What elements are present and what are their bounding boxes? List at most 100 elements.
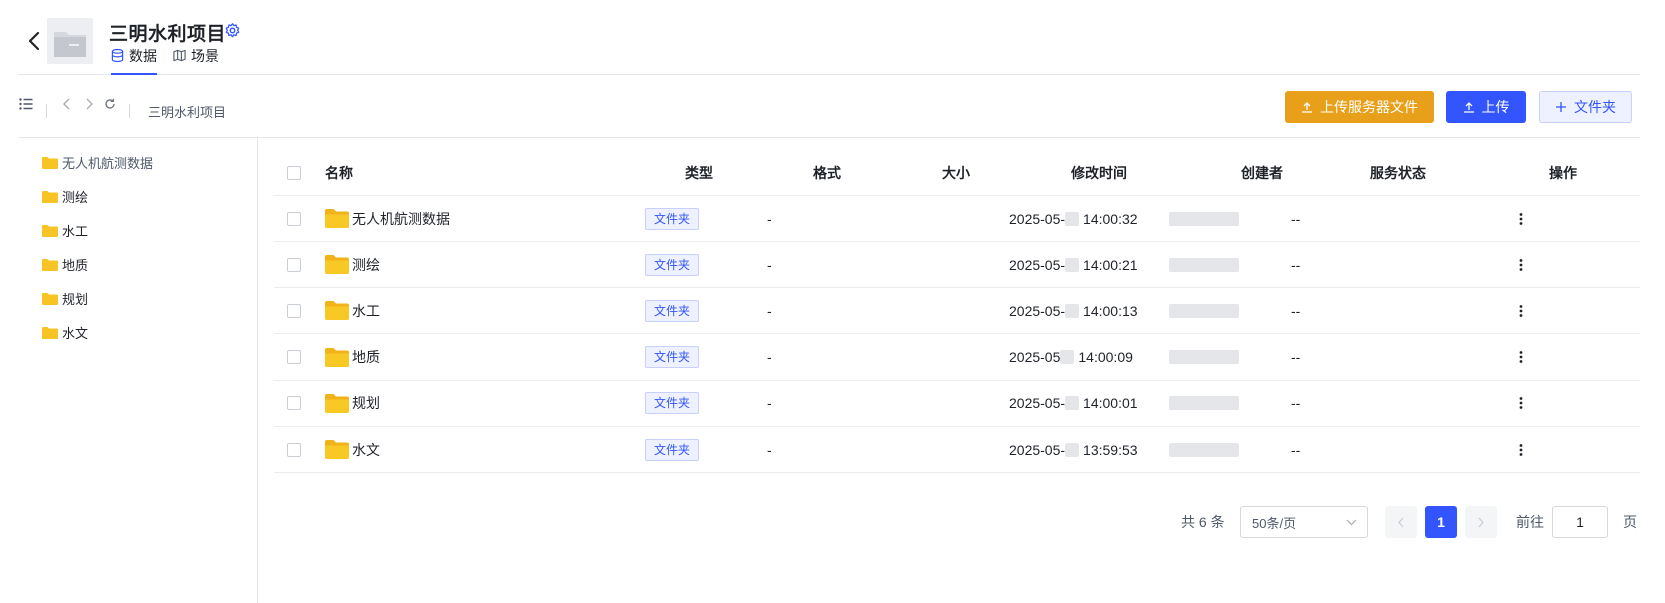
gear-icon[interactable] <box>224 22 241 39</box>
row-checkbox[interactable] <box>287 350 301 365</box>
toolbar-divider <box>129 104 130 118</box>
format-cell: - <box>767 349 772 366</box>
more-vertical-icon[interactable] <box>1514 350 1528 364</box>
table-row[interactable]: 地质 文件夹 - 2025-05 14:00:09 -- <box>274 335 1640 381</box>
sidebar-item-geology[interactable]: 地质 <box>42 254 88 274</box>
column-header-type[interactable]: 类型 <box>685 151 713 195</box>
more-vertical-icon[interactable] <box>1514 443 1528 457</box>
tab-data-label: 数据 <box>129 48 157 64</box>
row-checkbox[interactable] <box>287 396 301 411</box>
creator-cell <box>1169 288 1239 333</box>
row-checkbox[interactable] <box>287 303 301 318</box>
new-folder-button[interactable]: 文件夹 <box>1539 91 1632 123</box>
modified-date: 2025-05- <box>1009 395 1066 412</box>
column-header-status[interactable]: 服务状态 <box>1370 151 1426 195</box>
select-all-checkbox[interactable] <box>287 166 301 180</box>
creator-cell <box>1169 427 1239 472</box>
next-page-button[interactable] <box>1465 506 1497 538</box>
database-icon <box>111 49 124 62</box>
refresh-icon[interactable] <box>104 98 116 110</box>
modified-date: 2025-05- <box>1009 441 1066 458</box>
table-header: 名称 类型 格式 大小 修改时间 创建者 服务状态 操作 <box>274 151 1640 196</box>
new-folder-label: 文件夹 <box>1574 99 1616 115</box>
modified-cell: 2025-05- 13:59:53 <box>1009 427 1138 472</box>
name-cell[interactable]: 规划 <box>325 381 380 426</box>
row-actions[interactable] <box>1514 427 1528 472</box>
table-row[interactable]: 水工 文件夹 - 2025-05- 14:00:13 -- <box>274 288 1640 335</box>
table-row[interactable]: 测绘 文件夹 - 2025-05- 14:00:21 -- <box>274 242 1640 289</box>
sidebar-item-hydraulic[interactable]: 水工 <box>42 220 88 240</box>
modified-cell: 2025-05- 14:00:13 <box>1009 288 1138 333</box>
folder-icon <box>42 326 58 339</box>
format-cell: - <box>767 441 772 458</box>
folder-icon <box>325 393 349 413</box>
sidebar-item-label: 水文 <box>62 325 89 341</box>
column-header-format[interactable]: 格式 <box>813 151 841 195</box>
chevron-right-icon[interactable] <box>84 98 94 110</box>
folder-icon <box>42 224 58 237</box>
name-cell[interactable]: 水工 <box>325 288 380 333</box>
modified-time: 14:00:01 <box>1083 395 1138 412</box>
folder-icon <box>42 156 58 169</box>
more-vertical-icon[interactable] <box>1514 304 1528 318</box>
plus-icon <box>1556 102 1566 112</box>
redacted-block <box>1065 396 1080 411</box>
row-checkbox[interactable] <box>287 442 301 457</box>
column-header-creator[interactable]: 创建者 <box>1241 151 1283 195</box>
toolbar-divider <box>46 104 47 118</box>
modified-cell: 2025-05 14:00:09 <box>1009 335 1133 380</box>
status-cell: -- <box>1291 302 1301 319</box>
name-cell[interactable]: 测绘 <box>325 242 380 287</box>
breadcrumb[interactable]: 三明水利项目 <box>148 102 226 121</box>
tab-scene[interactable]: 场景 <box>173 46 219 75</box>
file-name: 无人机航测数据 <box>352 210 450 227</box>
tab-data[interactable]: 数据 <box>111 46 157 75</box>
row-checkbox[interactable] <box>287 257 301 272</box>
table-row[interactable]: 水文 文件夹 - 2025-05- 13:59:53 -- <box>274 427 1640 473</box>
type-tag: 文件夹 <box>645 392 700 415</box>
sidebar-item-uav-survey[interactable]: 无人机航测数据 <box>42 152 153 172</box>
folder-icon <box>325 347 349 367</box>
row-actions[interactable] <box>1514 381 1528 426</box>
row-actions[interactable] <box>1514 288 1528 333</box>
sidebar-item-hydrology[interactable]: 水文 <box>42 322 88 342</box>
upload-server-file-button[interactable]: 上传服务器文件 <box>1285 91 1434 123</box>
page-number-current[interactable]: 1 <box>1425 506 1457 538</box>
page-size-select[interactable]: 50条/页 <box>1240 506 1368 538</box>
column-header-modified[interactable]: 修改时间 <box>1071 151 1127 195</box>
prev-page-button[interactable] <box>1385 506 1417 538</box>
modified-cell: 2025-05- 14:00:01 <box>1009 381 1138 426</box>
file-name: 规划 <box>352 395 380 412</box>
more-vertical-icon[interactable] <box>1514 212 1528 226</box>
status-cell: -- <box>1291 441 1301 458</box>
upload-button[interactable]: 上传 <box>1446 91 1526 123</box>
modified-time: 13:59:53 <box>1083 441 1138 458</box>
column-header-name[interactable]: 名称 <box>325 151 353 195</box>
column-header-size[interactable]: 大小 <box>942 151 970 195</box>
more-vertical-icon[interactable] <box>1514 396 1528 410</box>
type-tag: 文件夹 <box>645 346 700 369</box>
row-actions[interactable] <box>1514 242 1528 287</box>
folder-icon <box>325 255 349 275</box>
list-view-icon[interactable] <box>19 98 33 110</box>
sidebar-item-surveying[interactable]: 测绘 <box>42 186 88 206</box>
creator-cell <box>1169 381 1239 426</box>
tab-scene-label: 场景 <box>191 48 219 64</box>
back-icon[interactable] <box>22 28 46 54</box>
row-actions[interactable] <box>1514 196 1528 241</box>
sidebar-item-planning[interactable]: 规划 <box>42 288 88 308</box>
goto-page-input[interactable] <box>1552 506 1608 538</box>
chevron-left-icon[interactable] <box>62 98 72 110</box>
row-actions[interactable] <box>1514 335 1528 380</box>
type-tag: 文件夹 <box>645 207 700 230</box>
name-cell[interactable]: 水文 <box>325 427 380 472</box>
name-cell[interactable]: 无人机航测数据 <box>325 196 450 241</box>
modified-date: 2025-05- <box>1009 210 1066 227</box>
row-checkbox[interactable] <box>287 211 301 226</box>
folder-icon <box>42 292 58 305</box>
table-row[interactable]: 无人机航测数据 文件夹 - 2025-05- 14:00:32 -- <box>274 196 1640 242</box>
project-title: 三明水利项目 <box>109 24 227 45</box>
table-row[interactable]: 规划 文件夹 - 2025-05- 14:00:01 -- <box>274 381 1640 427</box>
more-vertical-icon[interactable] <box>1514 258 1528 272</box>
name-cell[interactable]: 地质 <box>325 335 380 380</box>
